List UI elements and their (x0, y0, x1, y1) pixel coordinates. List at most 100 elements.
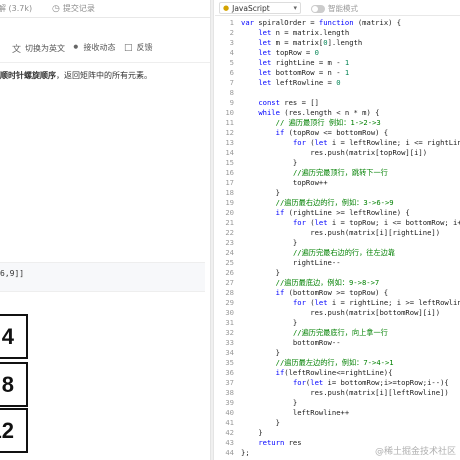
code-line[interactable]: 31 } (215, 318, 460, 328)
code-text: } (241, 268, 280, 277)
code-line[interactable]: 32 //遍历完最底行，向上拿一行 (215, 328, 460, 338)
code-text: if (rightLine >= leftRowline) { (275, 208, 410, 217)
example-output-block: 6,9]] (0, 262, 205, 292)
line-number: 43 (225, 438, 234, 447)
code-line[interactable]: 2 let n = matrix.length (215, 28, 460, 38)
code-line[interactable]: 7 let leftRowline = 0 (215, 78, 460, 88)
code-line[interactable]: 36 if(leftRowline<=rightLine){ (215, 368, 460, 378)
line-number: 9 (229, 98, 234, 107)
code-text: //遍历最右边的行，例如：3->6->9 (275, 198, 394, 207)
code-line[interactable]: 29 for (let i = rightLine; i >= leftRowl… (215, 298, 460, 308)
code-text: if (topRow <= bottomRow) { (275, 128, 389, 137)
code-line[interactable]: 37 for(let i= bottomRow;i>=topRow;i--){ (215, 378, 460, 388)
line-number: 13 (225, 138, 234, 147)
code-editor[interactable]: 1 var spiralOrder = function (matrix) {2 … (215, 18, 460, 460)
line-number: 26 (225, 268, 234, 277)
line-number: 2 (229, 28, 234, 37)
line-number: 41 (225, 418, 234, 427)
code-line[interactable]: 24 //遍历完最右边的行，往左边靠 (215, 248, 460, 258)
code-line[interactable]: 35 //遍历最左边的行，例如：7->4->1 (215, 358, 460, 368)
matrix-cell: 4 (0, 314, 28, 359)
code-line[interactable]: 26 } (215, 268, 460, 278)
code-line[interactable]: 38 res.push(matrix[i][leftRowline]) (215, 388, 460, 398)
line-number: 30 (225, 308, 234, 317)
code-text: //遍历最底边，例如：9->8->7 (275, 278, 380, 287)
line-number: 20 (225, 208, 234, 217)
divider (0, 62, 210, 63)
code-line[interactable]: 21 for (let i = topRow; i <= bottomRow; … (215, 218, 460, 228)
tab-submissions[interactable]: ◷ 提交记录 (52, 3, 95, 14)
code-line[interactable]: 34 } (215, 348, 460, 358)
code-line[interactable]: 3 let m = matrix[0].length (215, 38, 460, 48)
code-line[interactable]: 27 //遍历最底边，例如：9->8->7 (215, 278, 460, 288)
smart-mode-toggle[interactable]: 智能模式 (311, 3, 358, 14)
language-select[interactable]: ● JavaScript ▾ (219, 2, 301, 14)
code-line[interactable]: 15 } (215, 158, 460, 168)
code-line[interactable]: 30 res.push(matrix[bottomRow][i]) (215, 308, 460, 318)
line-number: 4 (229, 48, 234, 57)
code-text: let n = matrix.length (258, 28, 350, 37)
code-text: res.push(matrix[i][leftRowline]) (241, 388, 449, 397)
code-line[interactable]: 41 } (215, 418, 460, 428)
line-number: 6 (229, 68, 234, 77)
feedback-button[interactable]: □ 反馈 (124, 42, 153, 53)
line-number: 35 (225, 358, 234, 367)
line-number: 17 (225, 178, 234, 187)
code-line[interactable]: 42 } (215, 428, 460, 438)
code-line[interactable]: 40 leftRowline++ (215, 408, 460, 418)
code-line[interactable]: 9 const res = [] (215, 98, 460, 108)
problem-description: 顺时针螺旋顺序，返回矩阵中的所有元素。 (0, 70, 210, 81)
code-text: for(let i= bottomRow;i>=topRow;i--){ (292, 378, 449, 387)
code-line[interactable]: 10 while (res.length < n * m) { (215, 108, 460, 118)
code-line[interactable]: 20 if (rightLine >= leftRowline) { (215, 208, 460, 218)
line-number: 3 (229, 38, 234, 47)
toggle-switch-icon (311, 4, 325, 13)
code-line[interactable]: 28 if (bottomRow >= topRow) { (215, 288, 460, 298)
line-number: 15 (225, 158, 234, 167)
tab-solutions[interactable]: 解 (3.7k) (0, 3, 32, 14)
code-line[interactable]: 23 } (215, 238, 460, 248)
line-number: 10 (225, 108, 234, 117)
code-line[interactable]: 12 if (topRow <= bottomRow) { (215, 128, 460, 138)
code-text: return res (258, 438, 302, 447)
code-line[interactable]: 16 //遍历完最顶行，跳转下一行 (215, 168, 460, 178)
code-line[interactable]: 14 res.push(matrix[topRow][i]) (215, 148, 460, 158)
code-text: while (res.length < n * m) { (258, 108, 380, 117)
editor-pane: ● JavaScript ▾ 智能模式 1 var spiralOrder = f… (215, 0, 460, 460)
code-text: //遍历完最底行，向上拿一行 (292, 328, 388, 337)
code-line[interactable]: 6 let bottomRow = n - 1 (215, 68, 460, 78)
code-text: } (241, 398, 298, 407)
code-line[interactable]: 13 for (let i = leftRowline; i <= rightL… (215, 138, 460, 148)
code-line[interactable]: 19 //遍历最右边的行，例如：3->6->9 (215, 198, 460, 208)
code-line[interactable]: 11 // 遍历最顶行 例如：1->2->3 (215, 118, 460, 128)
code-line[interactable]: 5 let rightLine = m - 1 (215, 58, 460, 68)
code-line[interactable]: 33 bottomRow-- (215, 338, 460, 348)
line-number: 5 (229, 58, 234, 67)
switch-english-label: 切换为英文 (25, 44, 66, 53)
code-text: bottomRow-- (241, 338, 341, 347)
bell-icon: ⚫ (72, 42, 80, 53)
receive-updates-button[interactable]: ⚫ 接收动态 (72, 42, 116, 53)
line-number: 36 (225, 368, 234, 377)
code-text: var spiralOrder = function (matrix) { (241, 18, 402, 27)
line-number: 21 (225, 218, 234, 227)
code-text: let m = matrix[0].length (258, 38, 363, 47)
code-line[interactable]: 8 (215, 88, 460, 98)
line-number: 1 (229, 18, 234, 27)
code-line[interactable]: 25 rightLine-- (215, 258, 460, 268)
code-line[interactable]: 4 let topRow = 0 (215, 48, 460, 58)
description-rest: ，返回矩阵中的所有元素。 (56, 71, 152, 80)
pane-resizer[interactable] (210, 0, 214, 460)
code-text: let rightLine = m - 1 (258, 58, 350, 67)
code-line[interactable]: 22 res.push(matrix[i][rightLine]) (215, 228, 460, 238)
tab-solutions-label: 解 (3.7k) (0, 4, 33, 13)
code-line[interactable]: 39 } (215, 398, 460, 408)
code-line[interactable]: 1 var spiralOrder = function (matrix) { (215, 18, 460, 28)
code-text: if(leftRowline<=rightLine){ (275, 368, 393, 377)
code-line[interactable]: 17 topRow++ (215, 178, 460, 188)
code-text: }; (241, 448, 250, 457)
code-line[interactable]: 18 } (215, 188, 460, 198)
code-text: leftRowline++ (241, 408, 350, 417)
receive-updates-label: 接收动态 (83, 43, 116, 52)
switch-english-button[interactable]: 文 切换为英文 (12, 42, 65, 55)
